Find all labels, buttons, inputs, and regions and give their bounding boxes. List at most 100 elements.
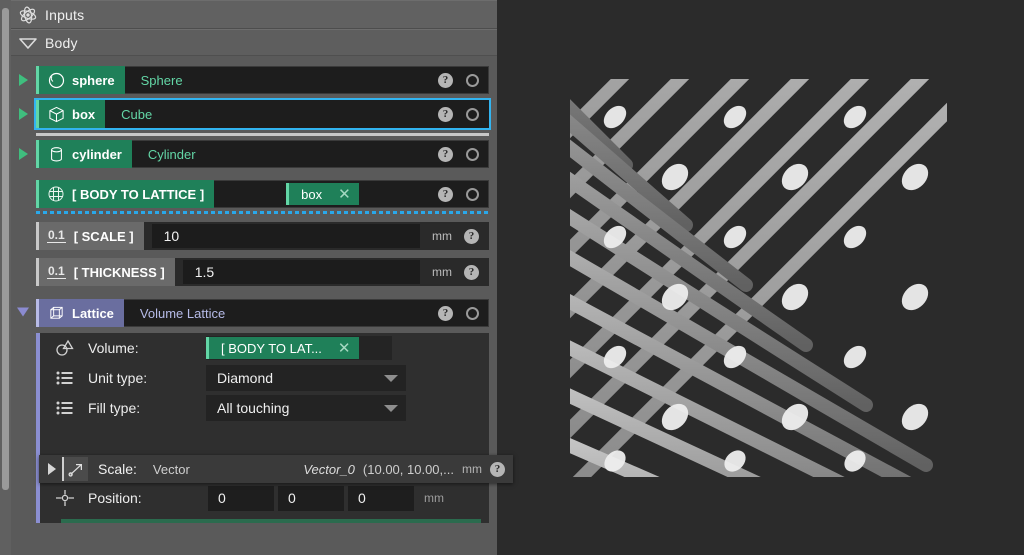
fill-type-dropdown[interactable]: All touching xyxy=(206,395,406,421)
property-row-position[interactable]: Position: 0 0 0 mm xyxy=(36,483,489,513)
node-badge-sphere[interactable]: sphere xyxy=(36,66,125,94)
close-icon[interactable]: ✕ xyxy=(338,187,351,202)
decimal-icon: 0.1 xyxy=(47,263,66,280)
help-icon[interactable]: ? xyxy=(438,186,453,202)
help-icon[interactable]: ? xyxy=(438,72,453,88)
node-row-lattice[interactable]: Lattice Volume Lattice ? xyxy=(11,296,497,333)
property-label-position: Position: xyxy=(88,490,142,506)
property-label-unit-type: Unit type: xyxy=(88,370,148,386)
node-cylinder[interactable]: cylinder Cylinder ? xyxy=(36,140,489,168)
list-icon xyxy=(52,367,78,389)
volume-shape-icon xyxy=(52,337,78,359)
unit-type-dropdown[interactable]: Diamond xyxy=(206,365,406,391)
thickness-unit: mm xyxy=(432,265,452,279)
node-row-cylinder[interactable]: cylinder Cylinder ? xyxy=(11,137,497,173)
param-thickness[interactable]: 0.1 [ THICKNESS ] 1.5 mm ? xyxy=(36,258,489,286)
close-icon[interactable]: ✕ xyxy=(338,341,351,356)
node-badge-body-to-lattice[interactable]: [ BODY TO LATTICE ] xyxy=(36,180,215,208)
param-label-thickness: [ THICKNESS ] xyxy=(73,264,165,280)
node-name-box: box xyxy=(72,106,96,122)
help-icon[interactable]: ? xyxy=(464,264,479,280)
list-icon xyxy=(52,397,78,419)
visibility-toggle-icon[interactable] xyxy=(466,107,479,121)
scale-vector-value: (10.00, 10.00,... xyxy=(362,461,454,477)
node-body-to-lattice[interactable]: [ BODY TO LATTICE ] box ✕ ? xyxy=(36,180,489,208)
group-bottom-strip xyxy=(61,519,481,523)
param-badge-scale[interactable]: 0.1 [ SCALE ] xyxy=(36,222,144,250)
node-name-sphere: sphere xyxy=(72,72,115,88)
property-row-fill-type[interactable]: Fill type: All touching xyxy=(36,393,489,423)
volume-value-field[interactable]: [ BODY TO LAT... ✕ xyxy=(206,336,392,360)
node-lattice[interactable]: Lattice Volume Lattice ? xyxy=(36,299,489,327)
sphere-icon xyxy=(47,71,65,89)
section-header-body[interactable]: Body xyxy=(11,29,497,56)
section-header-inputs-label: Inputs xyxy=(45,6,85,23)
expand-triangle-cylinder[interactable] xyxy=(19,148,28,160)
section-header-inputs[interactable]: Inputs xyxy=(11,0,497,29)
chevron-down-icon[interactable] xyxy=(384,374,398,382)
panel-scrollbar[interactable] xyxy=(0,0,11,555)
help-icon[interactable]: ? xyxy=(438,146,453,162)
property-row-scale[interactable]: Scale: Vector Vector_0 (10.00, 10.00,...… xyxy=(39,455,513,483)
property-label-volume: Volume: xyxy=(88,340,139,356)
input-chip-box[interactable]: box ✕ xyxy=(286,183,359,205)
visibility-toggle-icon[interactable] xyxy=(466,306,479,320)
3d-viewport[interactable] xyxy=(497,0,1024,555)
node-divider xyxy=(36,133,489,136)
param-badge-thickness[interactable]: 0.1 [ THICKNESS ] xyxy=(36,258,175,286)
volume-chip[interactable]: [ BODY TO LAT... ✕ xyxy=(206,337,359,359)
position-y-input[interactable]: 0 xyxy=(278,485,344,511)
property-row-volume[interactable]: Volume: [ BODY TO LAT... ✕ xyxy=(36,333,489,363)
visibility-toggle-icon[interactable] xyxy=(466,187,479,201)
active-link-indicator xyxy=(36,211,489,214)
input-chip-box-label: box xyxy=(301,186,323,202)
lattice-properties-group: Volume: [ BODY TO LAT... ✕ Unit type: Di… xyxy=(11,333,497,523)
scale-mode-value[interactable]: Vector xyxy=(153,462,190,477)
lattice-model-render xyxy=(570,79,947,477)
thickness-value-input[interactable]: 1.5 xyxy=(182,260,420,284)
position-x-input[interactable]: 0 xyxy=(208,485,274,511)
cube-icon xyxy=(47,105,65,123)
atom-spiral-icon xyxy=(11,5,45,25)
scale-vector-name: Vector_0 xyxy=(303,461,355,477)
position-z-input[interactable]: 0 xyxy=(348,485,414,511)
unit-type-value: Diamond xyxy=(217,370,274,386)
expand-triangle-box[interactable] xyxy=(19,108,28,120)
section-header-body-label: Body xyxy=(45,34,78,51)
node-badge-cylinder[interactable]: cylinder xyxy=(36,140,132,168)
help-icon[interactable]: ? xyxy=(438,305,453,321)
expand-triangle-scale[interactable] xyxy=(48,463,56,475)
chevron-down-icon[interactable] xyxy=(384,404,398,412)
help-icon[interactable]: ? xyxy=(438,106,453,122)
node-row-box[interactable]: box Cube ? xyxy=(11,97,497,137)
body-to-lattice-label: [ BODY TO LATTICE ] xyxy=(72,186,205,202)
expand-triangle-sphere[interactable] xyxy=(19,74,28,86)
node-name-cylinder: cylinder xyxy=(72,146,122,162)
node-badge-lattice[interactable]: Lattice xyxy=(36,299,124,327)
property-label-fill-type: Fill type: xyxy=(88,400,141,416)
property-row-scale-placeholder[interactable] xyxy=(36,423,489,453)
param-row-thickness[interactable]: 0.1 [ THICKNESS ] 1.5 mm ? xyxy=(11,255,497,291)
param-label-scale: [ SCALE ] xyxy=(73,228,134,244)
param-row-scale[interactable]: 0.1 [ SCALE ] 10 mm ? xyxy=(11,219,497,255)
param-scale[interactable]: 0.1 [ SCALE ] 10 mm ? xyxy=(36,222,489,250)
scale-value-input[interactable]: 10 xyxy=(151,224,420,248)
node-name-lattice: Lattice xyxy=(72,305,114,321)
visibility-toggle-icon[interactable] xyxy=(466,147,479,161)
node-sphere[interactable]: sphere Sphere ? xyxy=(36,66,489,94)
help-icon[interactable]: ? xyxy=(464,228,479,244)
volume-chip-label: [ BODY TO LAT... xyxy=(221,340,322,356)
fill-type-value: All touching xyxy=(217,400,290,416)
node-row-sphere[interactable]: sphere Sphere ? xyxy=(11,63,497,97)
node-box[interactable]: box Cube ? xyxy=(36,100,489,128)
visibility-toggle-icon[interactable] xyxy=(466,73,479,87)
lattice-sphere-icon xyxy=(47,185,65,203)
chevron-down-icon[interactable] xyxy=(11,37,45,49)
node-type-cylinder: Cylinder xyxy=(147,146,196,162)
collapse-triangle-lattice[interactable] xyxy=(17,307,29,317)
panel-scrollbar-thumb[interactable] xyxy=(2,8,9,490)
node-badge-box[interactable]: box xyxy=(36,100,106,128)
property-row-unit-type[interactable]: Unit type: Diamond xyxy=(36,363,489,393)
help-icon[interactable]: ? xyxy=(490,461,505,477)
node-row-body-to-lattice[interactable]: [ BODY TO LATTICE ] box ✕ ? xyxy=(11,177,497,214)
